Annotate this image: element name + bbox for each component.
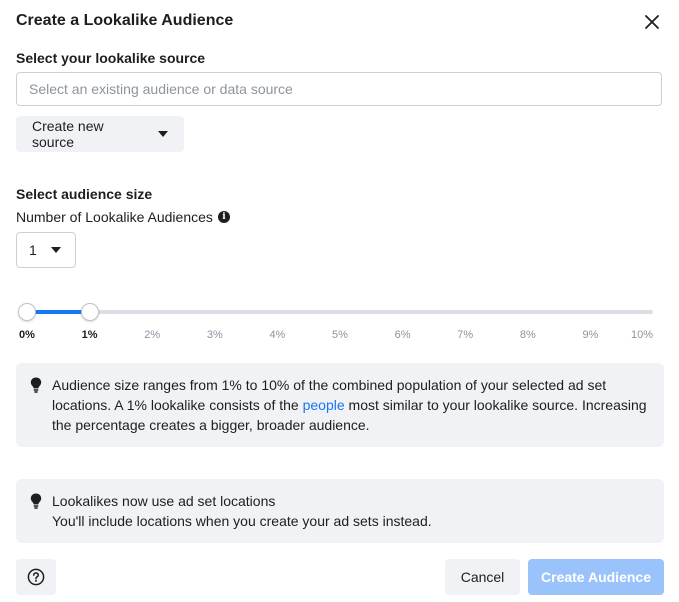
slider-tick-labels: 0% 1% 2% 3% 4% 5% 6% 7% 8% 9% 10% [19,329,653,343]
close-button[interactable] [641,11,663,33]
dialog-title: Create a Lookalike Audience [16,12,234,29]
slider-tick-label: 4% [269,329,286,341]
slider-tick-label: 3% [206,329,223,341]
lookalike-count-value: 1 [29,242,37,258]
audience-size-slider[interactable] [18,303,653,321]
question-circle-icon [27,568,45,586]
info-icon[interactable]: i [217,211,230,223]
ad-set-locations-info-box: Lookalikes now use ad set locations You'… [16,479,664,543]
info-text-line2-end: most similar to your lookalike source. I… [344,397,647,413]
slider-start-handle[interactable] [18,303,36,321]
slider-end-handle[interactable] [80,303,99,321]
cancel-button[interactable]: Cancel [445,559,520,595]
lookalike-source-input[interactable] [16,72,662,106]
create-lookalike-dialog: Create a Lookalike Audience Select your … [0,0,679,602]
slider-tick-label: 0% [19,329,35,341]
slider-tick-label: 10% [630,329,653,341]
locations-info-text: You'll include locations when you create… [52,513,432,529]
slider-tick-label: 5% [332,329,348,341]
source-heading: Select your lookalike source [16,50,206,66]
audience-size-info-box: Audience size ranges from 1% to 10% of t… [16,363,664,447]
lightbulb-icon [30,377,42,393]
slider-track[interactable] [27,310,653,314]
slider-tick-label: 6% [394,329,411,341]
lookalike-count-select[interactable]: 1 [16,232,76,268]
audience-size-heading: Select audience size [16,186,153,202]
info-text-line3: the percentage creates a bigger, broader… [52,417,370,433]
caret-down-icon [50,247,61,253]
lookalike-count-label: Number of Lookalike Audiences [16,209,213,225]
info-text-line2: locations. A 1% lookalike consists of th… [52,395,648,415]
lookalike-count-label-row: Number of Lookalike Audiences i [16,209,230,225]
create-new-source-button[interactable]: Create new source [16,116,184,152]
slider-tick-label: 9% [582,329,599,341]
locations-info-title: Lookalikes now use ad set locations [52,493,276,509]
close-icon [645,15,659,29]
caret-down-icon [158,131,168,137]
slider-tick-label: 1% [81,329,98,341]
create-audience-button[interactable]: Create Audience [528,559,664,595]
help-button[interactable] [16,559,56,595]
lightbulb-icon [30,493,42,509]
slider-tick-label: 7% [457,329,474,341]
slider-tick-label: 8% [519,329,536,341]
create-new-source-label: Create new source [32,118,104,150]
info-text-line2-start: locations. A 1% lookalike consists of th… [52,397,303,413]
people-link[interactable]: people [303,397,345,413]
slider-tick-label: 2% [144,329,161,341]
info-text-line1: Audience size ranges from 1% to 10% of t… [52,377,607,393]
